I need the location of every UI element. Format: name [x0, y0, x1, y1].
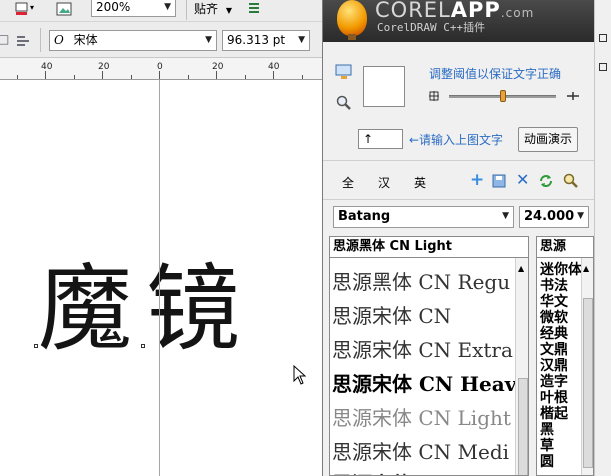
selected-font-field[interactable]: 思源黑体 CN Light: [329, 236, 529, 258]
horizontal-ruler[interactable]: 40 20 0 20 40: [0, 58, 322, 80]
list-item[interactable]: 思源黑体 CN Regu: [332, 266, 510, 295]
list-item[interactable]: 思源宋体 CN Extra: [332, 334, 513, 363]
search-icon[interactable]: [563, 173, 579, 192]
size-select-value: 24.000: [524, 209, 575, 224]
font-select[interactable]: Batang ▼: [333, 206, 514, 228]
dropdown-arrow-icon[interactable]: ▾: [30, 3, 34, 12]
filter-tab-all[interactable]: 全: [342, 174, 354, 191]
save-icon[interactable]: [492, 174, 506, 191]
balloon-logo-icon: [337, 0, 367, 40]
chevron-down-icon: ▼: [164, 2, 171, 12]
filter-tab-english[interactable]: 英: [414, 174, 426, 191]
zoom-level-combo[interactable]: 200% ▼: [91, 0, 176, 17]
ruler-tick: [302, 75, 303, 79]
list-item[interactable]: 思源宋体 CN: [332, 468, 453, 475]
node-handle[interactable]: [141, 344, 145, 348]
mouse-cursor-icon: [293, 364, 307, 388]
ruler-tick: [188, 75, 189, 79]
vertical-list-scrollbar[interactable]: ▲: [581, 258, 593, 475]
chevron-down-icon: ▼: [298, 35, 305, 45]
chevron-down-icon: ▼: [225, 6, 232, 15]
ruler-tick: [131, 75, 132, 79]
vertical-font-list[interactable]: 迷书华微经文汉造叶楷黑草圆 你法文软典鼎鼎字根起 体 ▲: [536, 258, 594, 476]
list-item[interactable]: 思源宋体 CN Medi: [332, 436, 509, 465]
input-hint: ←请输入上图文字: [409, 133, 504, 147]
plugin-banner: CORELAPP.com CorelDRAW C++插件: [323, 0, 611, 42]
opentype-font-icon: O: [54, 33, 64, 47]
vertical-font-column[interactable]: 你法文软典鼎鼎字根起: [554, 262, 569, 422]
recognize-text-input[interactable]: ↑: [358, 129, 403, 149]
docker-toggle-icon[interactable]: [599, 63, 607, 71]
banner-subtitle: CorelDRAW C++插件: [377, 21, 486, 34]
ruler-tick: [245, 75, 246, 79]
ruler-tick: [45, 71, 46, 79]
options-list-icon[interactable]: [246, 1, 262, 17]
refresh-icon[interactable]: [538, 173, 554, 192]
divider: [40, 28, 41, 52]
divider: [323, 199, 611, 200]
divider: [186, 0, 187, 20]
drawing-canvas[interactable]: 魔 镜: [0, 80, 322, 476]
property-toolbar-top: ▾ 200% ▼ 贴齐 ▼: [0, 0, 322, 22]
magnifier-icon[interactable]: [336, 95, 352, 114]
font-family-combo[interactable]: O 宋体 ▼: [49, 30, 217, 51]
capture-preview-box: [363, 66, 405, 107]
font-list-scrollbar[interactable]: ▲: [515, 258, 528, 475]
list-item[interactable]: 思源宋体 CN Heav: [332, 368, 516, 397]
scrollbar-thumb[interactable]: [518, 378, 528, 475]
ruler-tick: [102, 71, 103, 79]
threshold-min-icon: [427, 89, 441, 106]
vertical-guideline[interactable]: [159, 80, 160, 476]
docker-toggle-icon[interactable]: [599, 34, 607, 42]
scroll-up-icon[interactable]: ▲: [518, 264, 524, 273]
capture-screen-icon[interactable]: [335, 64, 353, 83]
ruler-label: 20: [98, 62, 110, 72]
fill-color-icon[interactable]: [14, 1, 30, 17]
text-property-toolbar: □ O 宋体 ▼ 96.313 pt ▼: [0, 22, 322, 58]
node-handle[interactable]: [34, 344, 38, 348]
threshold-slider-thumb[interactable]: [500, 90, 506, 102]
ruler-tick: [273, 71, 274, 79]
delete-icon[interactable]: ✕: [516, 172, 529, 188]
font-family-value: 宋体: [73, 33, 98, 47]
ruler-tick: [74, 75, 75, 79]
align-icon[interactable]: □: [0, 32, 9, 46]
vertical-font-field[interactable]: 思源: [536, 236, 594, 258]
divider: [323, 160, 611, 161]
font-size-value: 96.313 pt: [227, 33, 286, 47]
list-item[interactable]: 思源宋体 CN Light: [332, 402, 511, 431]
docker-tab-strip: [594, 0, 611, 476]
chevron-down-icon: ▼: [577, 211, 584, 221]
banner-title-suffix: .com: [500, 6, 535, 20]
ruler-tick: [17, 75, 18, 79]
font-size-combo[interactable]: 96.313 pt ▼: [222, 30, 310, 51]
chevron-down-icon: ▼: [502, 211, 509, 221]
font-preview-list[interactable]: 思源黑体 CN Regu 思源宋体 CN 思源宋体 CN Extra 思源宋体 …: [329, 258, 529, 476]
threshold-label: 调整阈值以保证文字正确: [429, 67, 562, 81]
canvas-character[interactable]: 镜: [146, 263, 240, 357]
plugin-docker: CORELAPP.com CorelDRAW C++插件 调整阈值以保证文字正确…: [322, 0, 611, 476]
ruler-label: 40: [41, 62, 53, 72]
scroll-up-icon[interactable]: ▲: [583, 264, 589, 273]
ruler-label: 20: [212, 62, 224, 72]
add-icon[interactable]: +: [470, 172, 484, 189]
image-icon[interactable]: [56, 1, 72, 17]
chevron-down-icon: ▼: [205, 35, 212, 45]
vertical-font-column[interactable]: 迷书华微经文汉造叶楷黑草圆: [540, 262, 555, 470]
text-wrap-icon[interactable]: [15, 33, 31, 49]
snap-to-menu[interactable]: 贴齐 ▼: [194, 0, 232, 17]
ruler-tick: [216, 71, 217, 79]
font-select-value: Batang: [338, 209, 391, 224]
list-item[interactable]: 思源宋体 CN: [332, 300, 451, 329]
threshold-max-icon: [566, 89, 580, 106]
animation-demo-button[interactable]: 动画演示: [518, 127, 578, 152]
size-select[interactable]: 24.000 ▼: [519, 206, 589, 228]
snap-label: 贴齐: [194, 2, 219, 16]
filter-tab-chinese[interactable]: 汉: [378, 174, 390, 191]
scrollbar-thumb[interactable]: [583, 298, 593, 468]
canvas-character[interactable]: 魔: [38, 263, 132, 357]
ruler-tick: [159, 71, 160, 79]
zoom-level-value: 200%: [96, 0, 131, 14]
